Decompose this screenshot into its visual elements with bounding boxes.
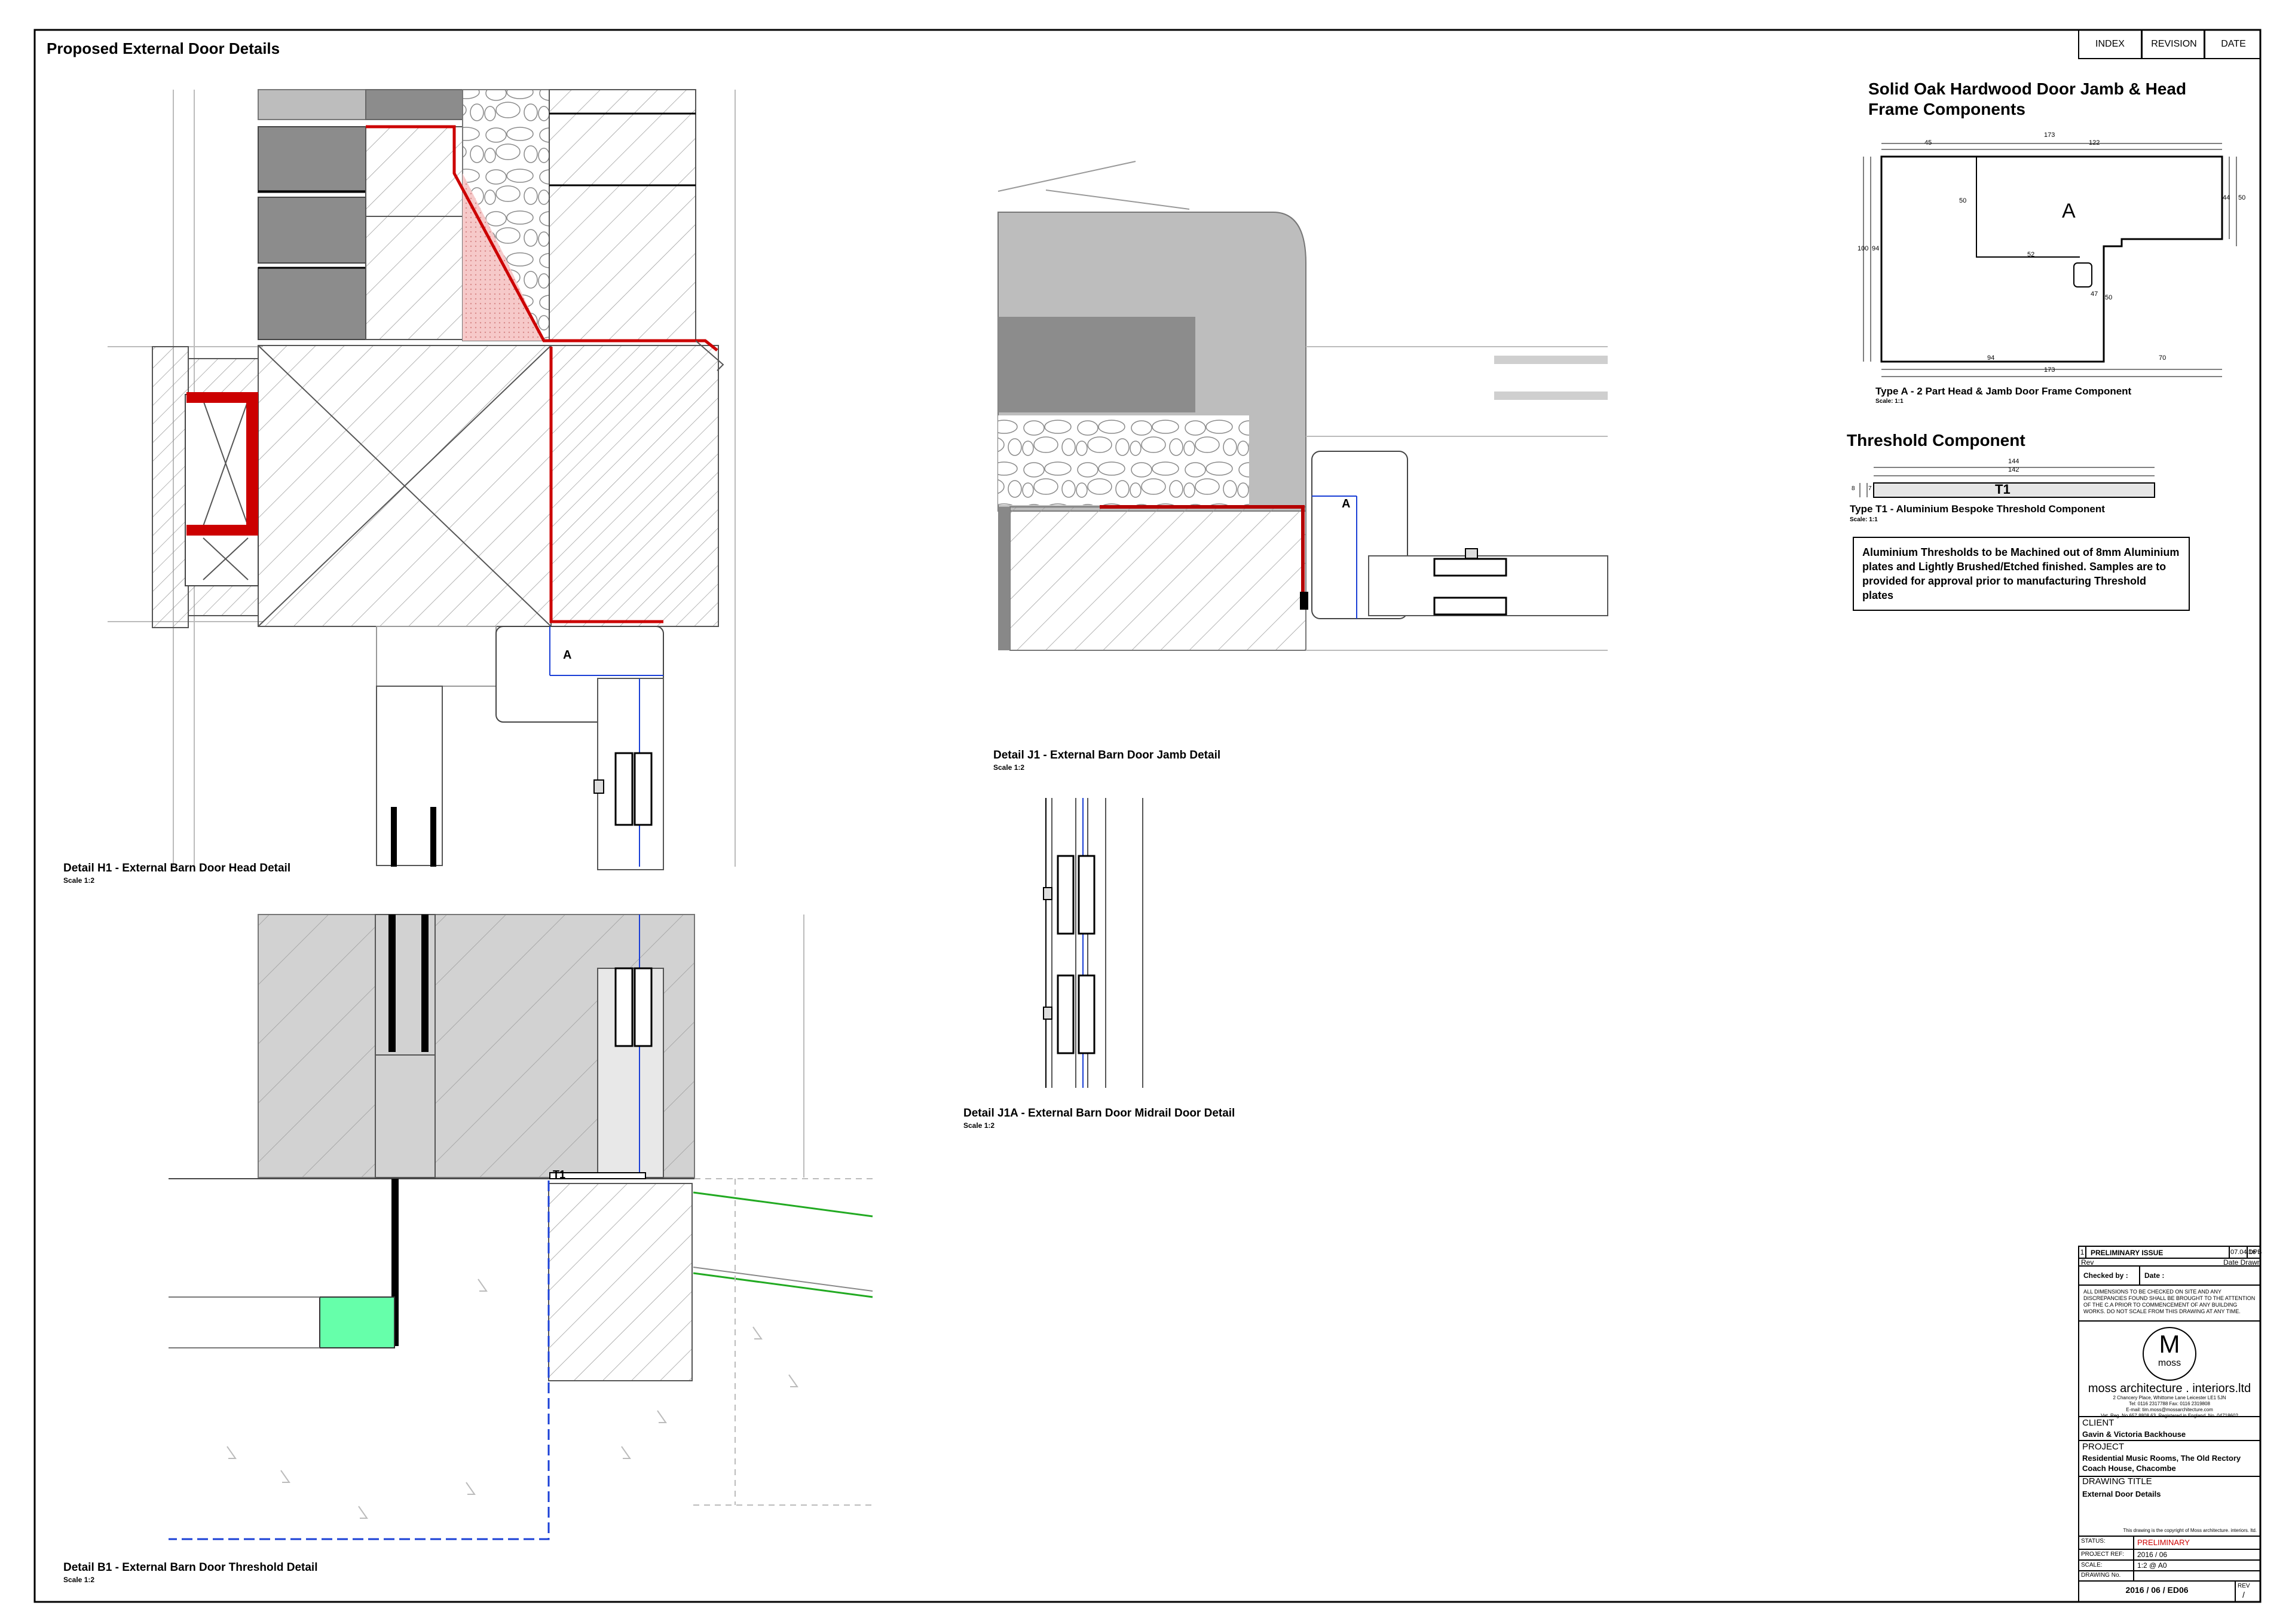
scale-label: SCALE: bbox=[2081, 1562, 2103, 1568]
frame-component-caption: Type A - 2 Part Head & Jamb Door Frame C… bbox=[1875, 386, 2132, 397]
scale-h1: Scale 1:2 bbox=[63, 876, 95, 885]
marker-a-j1: A bbox=[1342, 497, 1351, 510]
scale-j1: Scale 1:2 bbox=[993, 763, 1025, 772]
detail-h1-drawing bbox=[108, 89, 736, 870]
dim-mid-h: 52 bbox=[2027, 251, 2035, 258]
frame-component-drawing bbox=[1863, 143, 2237, 377]
status-value: PRELIMINARY bbox=[2137, 1538, 2190, 1547]
dim-bot-right: 70 bbox=[2159, 354, 2167, 362]
frame-component-scale: Scale: 1:1 bbox=[1875, 398, 1904, 405]
drawing-title-value: External Door Details bbox=[2082, 1490, 2161, 1498]
tb-checked-by: Checked by : bbox=[2083, 1271, 2128, 1280]
dim-top-total: 173 bbox=[2044, 131, 2055, 139]
project-line-2: Coach House, Chacombe bbox=[2082, 1464, 2176, 1473]
marker-a-h1: A bbox=[563, 649, 572, 662]
frame-component-letter: A bbox=[2062, 200, 2076, 222]
caption-j1: Detail J1 - External Barn Door Jamb Deta… bbox=[993, 749, 1221, 761]
caption-b1: Detail B1 - External Barn Door Threshold… bbox=[63, 1561, 318, 1574]
dim-bot-left: 94 bbox=[1987, 354, 1995, 362]
logo-letter: M bbox=[2159, 1330, 2180, 1358]
sheet-title: Proposed External Door Details bbox=[47, 39, 280, 57]
detail-j1a-drawing bbox=[1043, 798, 1143, 1088]
project-ref-label: PROJECT REF: bbox=[2081, 1551, 2125, 1558]
dim-bot-total: 173 bbox=[2044, 366, 2055, 374]
drawing-no-label: DRAWING No. bbox=[2081, 1572, 2121, 1579]
header-revision: REVISION bbox=[2141, 30, 2205, 59]
rev-label: REV bbox=[2238, 1583, 2250, 1589]
dim-threshold-outer: 144 bbox=[2008, 458, 2019, 465]
dim-right-a: 44 bbox=[2223, 194, 2230, 201]
client-value: Gavin & Victoria Backhouse bbox=[2082, 1430, 2186, 1439]
threshold-component-letter: T1 bbox=[1995, 482, 2011, 497]
drawing-title-label: DRAWING TITLE bbox=[2082, 1476, 2152, 1487]
dim-rebate-a: 47 bbox=[2091, 290, 2098, 298]
tb-date-drawn-header: Date Drawn bbox=[2223, 1258, 2262, 1267]
scale-j1a: Scale 1:2 bbox=[963, 1121, 995, 1130]
dim-top-left: 45 bbox=[1924, 139, 1932, 146]
dim-threshold-h2: 7 bbox=[1868, 485, 1872, 492]
dim-rebate-b: 50 bbox=[2105, 294, 2113, 301]
caption-h1: Detail H1 - External Barn Door Head Deta… bbox=[63, 862, 291, 874]
dim-right-b: 50 bbox=[2238, 194, 2246, 201]
drawing-no-value: 2016 / 06 / ED06 bbox=[2125, 1585, 2189, 1595]
dim-inner-v: 50 bbox=[1959, 197, 1967, 204]
company-name: moss architecture . interiors.ltd bbox=[2088, 1382, 2251, 1395]
threshold-component-scale: Scale: 1:1 bbox=[1850, 516, 1878, 523]
tb-rev-drawn: DPB bbox=[2248, 1249, 2262, 1256]
project-ref-value: 2016 / 06 bbox=[2137, 1550, 2168, 1559]
caption-j1a: Detail J1A - External Barn Door Midrail … bbox=[963, 1107, 1235, 1120]
frame-component-heading: Solid Oak Hardwood Door Jamb & Head Fram… bbox=[1868, 79, 2187, 118]
tb-rev-number: 1 bbox=[2080, 1248, 2085, 1256]
company-address: 2 Chancery Place, Whittome Lane Leiceste… bbox=[2101, 1395, 2238, 1418]
header-index: INDEX bbox=[2095, 39, 2125, 49]
detail-b1-drawing bbox=[169, 914, 873, 1540]
dim-left-a: 100 bbox=[1858, 245, 1869, 252]
project-line-1: Residential Music Rooms, The Old Rectory bbox=[2082, 1454, 2241, 1463]
threshold-component-heading: Threshold Component bbox=[1847, 431, 2025, 449]
copyright-note: This drawing is the copyright of Moss ar… bbox=[2123, 1528, 2257, 1533]
logo-word: moss bbox=[2158, 1358, 2181, 1368]
marker-t1-b1: T1 bbox=[553, 1169, 566, 1180]
dim-threshold-h1: 8 bbox=[1852, 485, 1855, 492]
status-label: STATUS: bbox=[2081, 1538, 2106, 1545]
dim-threshold-inner: 142 bbox=[2008, 466, 2019, 473]
detail-j1-drawing bbox=[997, 161, 1608, 651]
threshold-component-caption: Type T1 - Aluminium Bespoke Threshold Co… bbox=[1850, 503, 2105, 515]
scale-b1: Scale 1:2 bbox=[63, 1576, 95, 1584]
client-label: CLIENT bbox=[2082, 1418, 2115, 1428]
threshold-note: Aluminium Thresholds to be Machined out … bbox=[1853, 537, 2190, 611]
project-label: PROJECT bbox=[2082, 1442, 2125, 1452]
dim-top-right: 122 bbox=[2089, 139, 2100, 146]
rev-value: / bbox=[2242, 1590, 2245, 1599]
scale-value: 1:2 @ A0 bbox=[2137, 1561, 2167, 1570]
tb-date: Date : bbox=[2144, 1271, 2165, 1280]
tb-disclaimer: ALL DIMENSIONS TO BE CHECKED ON SITE AND… bbox=[2083, 1289, 2256, 1314]
tb-rev-header: Rev bbox=[2081, 1258, 2094, 1267]
dim-left-b: 94 bbox=[1872, 245, 1880, 252]
header-date: DATE bbox=[2204, 30, 2262, 59]
tb-rev-text: PRELIMINARY ISSUE bbox=[2091, 1249, 2164, 1257]
drawing-sheet bbox=[33, 29, 2262, 1603]
